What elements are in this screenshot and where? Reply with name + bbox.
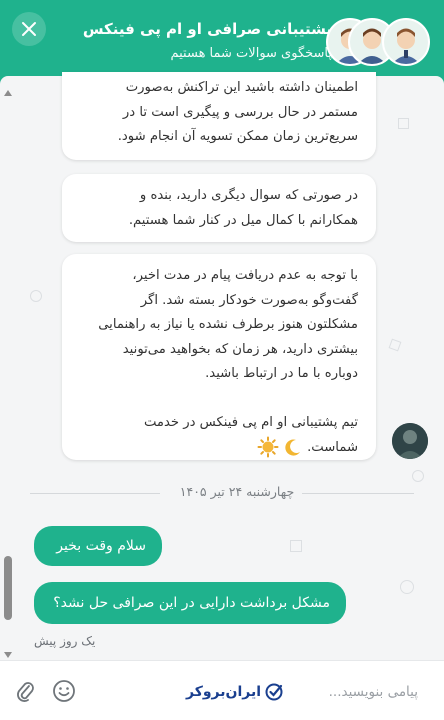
avatar bbox=[382, 18, 430, 66]
bg-pattern-circle bbox=[30, 290, 42, 302]
message-line: تیم پشتیبانی او ام پی فینکس در خدمت bbox=[143, 415, 358, 430]
smile-icon bbox=[53, 680, 75, 702]
bg-pattern-circle bbox=[400, 580, 414, 594]
agent-avatar bbox=[392, 423, 428, 459]
brand-name: ایران‌بروکر bbox=[186, 684, 262, 700]
crescent-moon-emoji bbox=[285, 439, 300, 456]
agent-message: با توجه به عدم دریافت پیام در مدت اخیر، … bbox=[62, 254, 376, 460]
message-line: مستمر در حال بررسی و پیگیری است تا در bbox=[122, 104, 358, 120]
message-line: بیشتری دارید، هر زمان که بخواهید می‌تونی… bbox=[122, 341, 358, 357]
brand-logo[interactable]: ایران‌بروکر bbox=[186, 681, 285, 703]
message-line: سریع‌ترین زمان ممکن تسویه آن انجام شود. bbox=[117, 129, 358, 144]
scroll-down-icon[interactable] bbox=[4, 652, 12, 658]
agent-message: اطمینان داشته باشید این تراکنش به‌صورت م… bbox=[62, 72, 376, 160]
date-label: چهارشنبه ۲۴ تیر ۱۴۰۵ bbox=[171, 484, 303, 499]
scrollbar-thumb[interactable] bbox=[4, 556, 12, 620]
chat-subtitle: پاسخگوی سوالات شما هستیم bbox=[170, 46, 332, 61]
sun-emoji bbox=[257, 436, 279, 457]
chat-title: پشتیبانی صرافی او ام پی فینکس bbox=[82, 20, 332, 38]
bg-pattern-square bbox=[388, 338, 402, 352]
paperclip-icon bbox=[17, 682, 34, 702]
emoji-button[interactable] bbox=[52, 679, 76, 703]
date-separator: چهارشنبه ۲۴ تیر ۱۴۰۵ bbox=[30, 484, 444, 504]
agent-avatars bbox=[326, 14, 436, 72]
message-line: اطمینان داشته باشید این تراکنش به‌صورت bbox=[125, 80, 358, 95]
message-line: مشکلتون هنوز برطرف نشده یا نیاز به راهنم… bbox=[98, 317, 358, 332]
message-line: با توجه به عدم دریافت پیام در مدت اخیر، bbox=[132, 268, 358, 283]
message-line-with-emoji: شماست. bbox=[80, 436, 358, 461]
scrollbar[interactable] bbox=[2, 86, 14, 660]
chat-widget: پشتیبانی صرافی او ام پی فینکس پاسخگوی سو… bbox=[0, 0, 444, 720]
close-icon bbox=[22, 22, 36, 36]
user-message: سلام وقت بخیر bbox=[34, 526, 162, 566]
message-timestamp: یک روز پیش bbox=[34, 634, 96, 648]
user-message: مشکل برداشت دارایی در این صرافی حل نشد؟ bbox=[34, 582, 346, 624]
message-line: گفت‌وگو به‌صورت خودکار بسته شد. اگر bbox=[140, 292, 358, 308]
message-input[interactable] bbox=[276, 677, 420, 707]
bg-pattern-square bbox=[290, 540, 302, 552]
message-line: شماست. bbox=[307, 439, 358, 455]
bg-pattern-circle bbox=[412, 470, 424, 482]
message-line: در صورتی که سوال دیگری دارید، بنده و bbox=[139, 188, 358, 203]
agent-message: در صورتی که سوال دیگری دارید، بنده و همک… bbox=[62, 174, 376, 242]
message-line: دوباره با ما در ارتباط باشید. bbox=[205, 366, 358, 381]
scroll-up-icon[interactable] bbox=[4, 90, 12, 96]
close-button[interactable] bbox=[12, 12, 46, 46]
message-line: همکارانم با کمال میل در کنار شما هستیم. bbox=[128, 212, 358, 228]
attach-button[interactable] bbox=[14, 679, 36, 703]
message-line bbox=[80, 387, 358, 412]
composer: ایران‌بروکر bbox=[0, 660, 444, 720]
bg-pattern-square bbox=[398, 118, 409, 129]
